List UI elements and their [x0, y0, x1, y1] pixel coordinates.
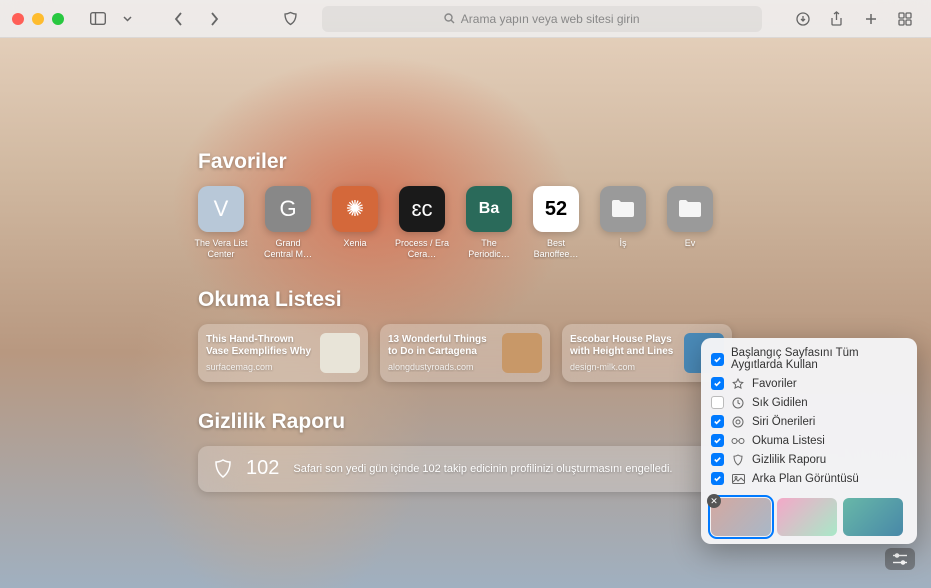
reading-item-title: This Hand-Thrown Vase Exemplifies Why Ce… — [206, 334, 312, 359]
share-button[interactable] — [823, 7, 851, 31]
wallpaper-option[interactable] — [843, 498, 903, 536]
privacy-report-text: Safari son yedi gün içinde 102 takip edi… — [293, 463, 672, 475]
privacy-tracker-count: 102 — [246, 457, 279, 480]
favorite-label: The Periodic… — [461, 238, 517, 260]
favorite-label: Ev — [662, 238, 718, 249]
settings-option-row[interactable]: Arka Plan Görüntüsü — [709, 469, 909, 488]
favorite-tile: ɛc — [399, 186, 445, 232]
favorite-tile: ✺ — [332, 186, 378, 232]
favorite-tile: G — [265, 186, 311, 232]
start-page-settings-popover: Başlangıç Sayfasını Tüm Aygıtlarda Kulla… — [701, 338, 917, 544]
reading-item-domain: alongdustyroads.com — [388, 362, 494, 372]
favorite-tile — [600, 186, 646, 232]
image-icon — [731, 474, 745, 484]
favorite-label: Best Banoffee… — [528, 238, 584, 260]
favorite-tile: Ba — [466, 186, 512, 232]
settings-option-row[interactable]: Siri Önerileri — [709, 412, 909, 431]
reading-item-title: 13 Wonderful Things to Do in Cartagena — [388, 334, 494, 359]
settings-checkbox[interactable] — [711, 453, 724, 466]
start-page-settings-button[interactable] — [885, 548, 915, 570]
star-icon — [731, 378, 745, 390]
settings-option-row[interactable]: Okuma Listesi — [709, 431, 909, 450]
favorite-item[interactable]: GGrand Central M… — [265, 186, 311, 260]
settings-option-label: Siri Önerileri — [752, 416, 815, 428]
tab-group-dropdown[interactable] — [120, 7, 134, 31]
settings-checkbox[interactable] — [711, 434, 724, 447]
new-tab-button[interactable] — [857, 7, 885, 31]
settings-option-label: Sık Gidilen — [752, 397, 808, 409]
favorite-item[interactable]: ✺Xenia — [332, 186, 378, 260]
favorite-label: Grand Central M… — [260, 238, 316, 260]
address-bar[interactable]: Arama yapın veya web sitesi girin — [322, 6, 762, 32]
settings-option-label: Gizlilik Raporu — [752, 454, 826, 466]
settings-checkbox[interactable] — [711, 396, 724, 409]
reading-item-domain: design-milk.com — [570, 362, 676, 372]
favorite-label: İş — [595, 238, 651, 249]
favorite-item[interactable]: Ev — [667, 186, 713, 260]
wallpaper-remove-button[interactable]: ✕ — [707, 494, 721, 508]
settings-checkbox[interactable] — [711, 353, 724, 366]
window-controls — [12, 13, 64, 25]
shield-icon — [214, 459, 232, 479]
minimize-window-button[interactable] — [32, 13, 44, 25]
favorite-tile: 52 — [533, 186, 579, 232]
tab-overview-button[interactable] — [891, 7, 919, 31]
sidebar-toggle-button[interactable] — [84, 7, 112, 31]
search-icon — [444, 13, 455, 24]
settings-option-label: Favoriler — [752, 378, 797, 390]
favorite-item[interactable]: ɛcProcess / Era Cera… — [399, 186, 445, 260]
settings-option-row[interactable]: Başlangıç Sayfasını Tüm Aygıtlarda Kulla… — [709, 344, 909, 374]
privacy-report-button[interactable] — [276, 7, 304, 31]
clock-icon — [731, 397, 745, 409]
settings-checkbox[interactable] — [711, 377, 724, 390]
reading-item-thumb — [320, 333, 360, 373]
reading-item-title: Escobar House Plays with Height and Line… — [570, 334, 676, 359]
glasses-icon — [731, 437, 745, 445]
shield-icon — [731, 454, 745, 466]
favorite-item[interactable]: BaThe Periodic… — [466, 186, 512, 260]
reading-list-item[interactable]: This Hand-Thrown Vase Exemplifies Why Ce… — [198, 324, 368, 382]
favorite-tile — [667, 186, 713, 232]
privacy-report-card[interactable]: 102 Safari son yedi gün içinde 102 takip… — [198, 446, 738, 492]
reading-item-thumb — [502, 333, 542, 373]
settings-option-label: Başlangıç Sayfasını Tüm Aygıtlarda Kulla… — [731, 347, 907, 371]
favorite-label: The Vera List Center — [193, 238, 249, 260]
settings-option-label: Arka Plan Görüntüsü — [752, 473, 859, 485]
downloads-button[interactable] — [789, 7, 817, 31]
reading-list-item[interactable]: 13 Wonderful Things to Do in Cartagena al… — [380, 324, 550, 382]
address-placeholder: Arama yapın veya web sitesi girin — [461, 12, 640, 26]
settings-checkbox[interactable] — [711, 415, 724, 428]
favorite-item[interactable]: 52Best Banoffee… — [533, 186, 579, 260]
back-button[interactable] — [164, 7, 192, 31]
settings-checkbox[interactable] — [711, 472, 724, 485]
zoom-window-button[interactable] — [52, 13, 64, 25]
settings-option-row[interactable]: Favoriler — [709, 374, 909, 393]
favorite-tile: V — [198, 186, 244, 232]
favorite-item[interactable]: VThe Vera List Center — [198, 186, 244, 260]
siri-icon — [731, 416, 745, 428]
wallpaper-picker: ✕ — [709, 496, 909, 538]
reading-list-heading: Okuma Listesi — [198, 288, 891, 312]
favorite-label: Xenia — [327, 238, 383, 249]
window-titlebar: Arama yapın veya web sitesi girin — [0, 0, 931, 38]
wallpaper-option[interactable] — [777, 498, 837, 536]
sliders-icon — [892, 553, 908, 565]
favorite-item[interactable]: İş — [600, 186, 646, 260]
forward-button[interactable] — [200, 7, 228, 31]
favorites-section: Favoriler VThe Vera List CenterGGrand Ce… — [198, 150, 891, 260]
favorites-heading: Favoriler — [198, 150, 891, 174]
settings-option-label: Okuma Listesi — [752, 435, 825, 447]
favorite-label: Process / Era Cera… — [394, 238, 450, 260]
settings-option-row[interactable]: Gizlilik Raporu — [709, 450, 909, 469]
settings-option-row[interactable]: Sık Gidilen — [709, 393, 909, 412]
wallpaper-option[interactable]: ✕ — [711, 498, 771, 536]
close-window-button[interactable] — [12, 13, 24, 25]
reading-item-domain: surfacemag.com — [206, 362, 312, 372]
